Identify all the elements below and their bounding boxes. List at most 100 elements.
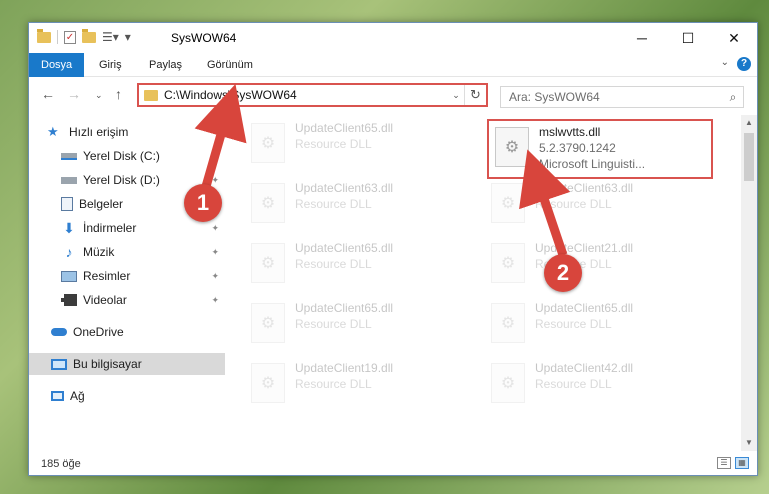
sidebar-item-label: Belgeler <box>79 197 124 211</box>
dll-file-icon: ⚙ <box>491 243 525 283</box>
sidebar-item-onedrive[interactable]: OneDrive <box>29 321 225 343</box>
status-bar: 185 öğe ☰ ▦ <box>29 453 757 475</box>
explorer-window: ✓ ☰▾ ▾ SysWOW64 ─ ☐ ✕ Dosya Giriş Paylaş… <box>28 22 758 476</box>
tab-gorunum[interactable]: Görünüm <box>195 53 265 77</box>
new-folder-icon[interactable] <box>82 28 96 43</box>
address-path[interactable]: C:\Windows\SysWOW64 <box>164 88 448 102</box>
window-title: SysWOW64 <box>171 31 237 45</box>
file-name: UpdateClient19.dll <box>295 361 394 375</box>
list-item-mslwvtts[interactable]: ⚙ mslwvtts.dll 5.2.3790.1242 Microsoft L… <box>487 119 713 179</box>
music-icon: ♪ <box>65 244 73 260</box>
scroll-down-icon[interactable]: ▼ <box>741 435 757 451</box>
dll-file-icon: ⚙ <box>251 243 285 283</box>
close-button[interactable]: ✕ <box>711 23 757 53</box>
up-arrow-icon[interactable]: ↑ <box>115 86 122 102</box>
scroll-up-icon[interactable]: ▲ <box>741 115 757 131</box>
back-arrow-icon[interactable]: ← <box>41 86 55 102</box>
file-name: UpdateClient63.dll <box>535 181 634 195</box>
dll-file-icon: ⚙ <box>495 127 529 167</box>
folder-icon <box>144 89 158 101</box>
file-list: ⚙ UpdateClient65.dll Resource DLL ⚙ Updat… <box>229 115 739 455</box>
sidebar-item-videos[interactable]: Videolar ✦ <box>29 289 225 311</box>
expand-ribbon-icon[interactable]: ⌄ <box>721 57 729 68</box>
pin-icon[interactable]: ✦ <box>211 223 219 234</box>
search-placeholder: Ara: SysWOW64 <box>509 90 600 104</box>
sidebar-item-label: Ağ <box>70 389 85 403</box>
file-description: Resource DLL <box>535 197 612 211</box>
sidebar-item-local-disk-c[interactable]: Yerel Disk (C:) ✦ <box>29 145 225 167</box>
search-input[interactable]: Ara: SysWOW64 ⌕ <box>500 86 744 108</box>
list-item[interactable]: ⚙ UpdateClient63.dll Resource DLL <box>251 181 481 239</box>
forward-arrow-icon[interactable]: → <box>67 86 81 102</box>
list-item[interactable]: ⚙ UpdateClient63.dll Resource DLL <box>491 181 721 239</box>
address-bar[interactable]: C:\Windows\SysWOW64 ⌄ ↻ <box>137 83 488 107</box>
chevron-down-icon[interactable]: ⌄ <box>448 90 464 101</box>
dll-file-icon: ⚙ <box>491 303 525 343</box>
sidebar-item-this-pc[interactable]: Bu bilgisayar <box>29 353 225 375</box>
download-icon: ⬇ <box>63 220 75 236</box>
file-company: Microsoft Linguisti... <box>539 157 646 171</box>
navigation-pane: ★ Hızlı erişim Yerel Disk (C:) ✦ Yerel D… <box>29 115 225 455</box>
list-item[interactable]: ⚙ UpdateClient65.dll Resource DLL <box>251 301 481 359</box>
recent-locations-icon[interactable]: ⌄ <box>95 90 103 101</box>
sidebar-item-music[interactable]: ♪ Müzik ✦ <box>29 241 225 263</box>
list-item[interactable]: ⚙ UpdateClient21.dllResource DLL <box>491 241 721 299</box>
minimize-button[interactable]: ─ <box>619 23 665 53</box>
step-badge-2: 2 <box>544 254 582 292</box>
file-description: Resource DLL <box>295 377 372 391</box>
title-bar: ✓ ☰▾ ▾ SysWOW64 ─ ☐ ✕ <box>29 23 757 53</box>
scroll-thumb[interactable] <box>744 133 754 181</box>
customize-toolbar-icon[interactable]: ☰▾ <box>102 30 119 44</box>
pin-icon[interactable]: ✦ <box>211 271 219 282</box>
pin-icon[interactable]: ✦ <box>211 247 219 258</box>
toolbar-dropdown-icon[interactable]: ▾ <box>125 30 131 44</box>
pictures-icon <box>61 270 77 282</box>
list-item[interactable]: ⚙ UpdateClient65.dll Resource DLL <box>251 121 481 179</box>
pin-icon[interactable]: ✦ <box>211 175 219 186</box>
pin-icon[interactable]: ✦ <box>211 151 219 162</box>
file-version: 5.2.3790.1242 <box>539 141 616 155</box>
video-icon <box>61 294 77 306</box>
dll-file-icon: ⚙ <box>491 363 525 403</box>
sidebar-item-label: OneDrive <box>73 325 124 339</box>
list-item[interactable]: ⚙ UpdateClient42.dll Resource DLL <box>491 361 721 419</box>
tiles-view-icon[interactable]: ▦ <box>735 457 749 469</box>
list-item[interactable]: ⚙ UpdateClient19.dll Resource DLL <box>251 361 481 419</box>
view-switcher: ☰ ▦ <box>717 457 749 469</box>
file-name: UpdateClient65.dll <box>535 301 634 315</box>
folder-icon <box>37 28 51 43</box>
pin-icon[interactable]: ✦ <box>211 295 219 306</box>
file-name: UpdateClient21.dll <box>535 241 634 255</box>
ribbon-tabs: Dosya Giriş Paylaş Görünüm ⌄ ? <box>29 53 757 77</box>
list-item[interactable]: ⚙ UpdateClient65.dll Resource DLL <box>491 301 721 359</box>
file-description: Resource DLL <box>535 377 612 391</box>
tab-dosya[interactable]: Dosya <box>29 53 85 77</box>
file-name: UpdateClient65.dll <box>295 121 394 135</box>
file-name: UpdateClient63.dll <box>295 181 394 195</box>
sidebar-item-label: Müzik <box>83 245 115 259</box>
navigation-bar: ← → ⌄ ↑ C:\Windows\SysWOW64 ⌄ ↻ Ara: Sys… <box>29 78 757 112</box>
sidebar-item-quick-access[interactable]: ★ Hızlı erişim <box>29 121 225 143</box>
sidebar-item-pictures[interactable]: Resimler ✦ <box>29 265 225 287</box>
sidebar-item-label: Yerel Disk (C:) <box>83 149 160 163</box>
help-button[interactable]: ? <box>737 57 751 71</box>
file-description: Resource DLL <box>295 317 372 331</box>
file-description: Resource DLL <box>295 137 372 151</box>
details-view-icon[interactable]: ☰ <box>717 457 731 469</box>
refresh-icon[interactable]: ↻ <box>464 85 486 105</box>
tab-paylas[interactable]: Paylaş <box>137 53 194 77</box>
vertical-scrollbar[interactable]: ▲ ▼ <box>741 115 757 451</box>
search-icon[interactable]: ⌕ <box>723 90 743 105</box>
sidebar-item-label: Resimler <box>83 269 131 283</box>
list-item[interactable]: ⚙ UpdateClient65.dll Resource DLL <box>251 241 481 299</box>
dll-file-icon: ⚙ <box>251 123 285 163</box>
sidebar-item-network[interactable]: Ağ <box>29 385 225 407</box>
step-badge-1: 1 <box>184 184 222 222</box>
tab-giris[interactable]: Giriş <box>87 53 134 77</box>
properties-icon[interactable]: ✓ <box>64 30 76 44</box>
dll-file-icon: ⚙ <box>491 183 525 223</box>
maximize-button[interactable]: ☐ <box>665 23 711 53</box>
file-name: UpdateClient65.dll <box>295 241 394 255</box>
dll-file-icon: ⚙ <box>251 183 285 223</box>
quick-access-toolbar: ✓ ☰▾ ▾ <box>37 28 131 44</box>
